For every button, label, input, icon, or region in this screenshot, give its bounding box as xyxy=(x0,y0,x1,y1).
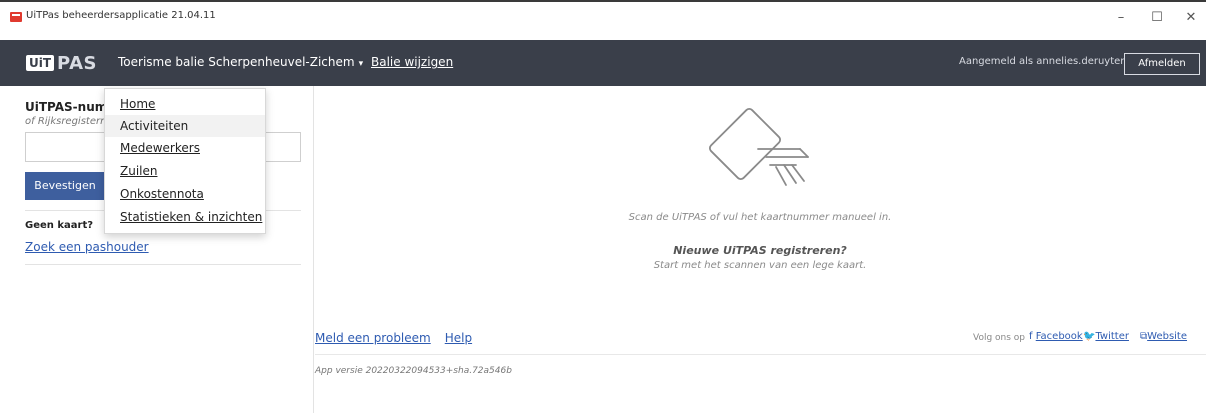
website-label: Website xyxy=(1147,331,1188,342)
caret-down-icon: ▾ xyxy=(358,59,364,69)
top-navbar: UiT PAS Toerisme balie Scherpenheuvel-Zi… xyxy=(0,40,1206,86)
app-version: App versie 20220322094533+sha.72a546b xyxy=(315,366,512,376)
menu-item-label: Activiteiten xyxy=(120,119,189,133)
twitter-icon: 🐦 xyxy=(1083,331,1096,342)
menu-item-label: Onkostennota xyxy=(120,187,204,201)
balie-dropdown-menu: Home Activiteiten Medewerkers Zuilen Onk… xyxy=(104,88,266,234)
minimize-button[interactable]: – xyxy=(1106,8,1136,28)
menu-item-label: Home xyxy=(120,97,156,111)
balie-wijzigen-link[interactable]: Balie wijzigen xyxy=(371,55,453,69)
geen-kaart-label: Geen kaart? xyxy=(25,220,94,231)
rijksregister-label: of Rijksregisterr xyxy=(25,116,105,127)
balie-name: Toerisme balie Scherpenheuvel-Zichem xyxy=(118,55,355,69)
card-scan-icon xyxy=(708,107,809,186)
menu-item-home[interactable]: Home xyxy=(105,93,265,115)
menu-item-label: Statistieken & inzichten xyxy=(120,210,263,224)
zoek-pashouder-link[interactable]: Zoek een pashouder xyxy=(25,240,149,254)
menu-item-zuilen[interactable]: Zuilen xyxy=(105,160,265,182)
twitter-label: Twitter xyxy=(1095,331,1129,342)
new-uitpas-subtext: Start met het scannen van een lege kaart… xyxy=(653,260,867,271)
scan-instruction: Scan de UiTPAS of vul het kaartnummer ma… xyxy=(628,212,892,223)
facebook-link[interactable]: f Facebook xyxy=(1029,331,1083,342)
menu-item-medewerkers[interactable]: Medewerkers xyxy=(105,137,265,159)
facebook-icon: f xyxy=(1029,331,1033,342)
logo-pas: PAS xyxy=(57,52,97,74)
twitter-link[interactable]: 🐦Twitter xyxy=(1083,331,1129,342)
menu-item-statistieken[interactable]: Statistieken & inzichten xyxy=(105,206,265,228)
balie-dropdown[interactable]: Toerisme balie Scherpenheuvel-Zichem ▾ xyxy=(118,55,363,69)
menu-item-onkostennota[interactable]: Onkostennota xyxy=(105,183,265,205)
app-icon xyxy=(10,12,22,22)
logo-uit: UiT xyxy=(26,55,55,71)
menu-item-activiteiten[interactable]: Activiteiten xyxy=(105,115,265,137)
help-link[interactable]: Help xyxy=(445,331,472,345)
maximize-button[interactable]: ☐ xyxy=(1142,8,1172,28)
window-titlebar: UiTPas beheerdersapplicatie 21.04.11 – ☐… xyxy=(0,0,1206,40)
volg-ons-label: Volg ons op xyxy=(973,333,1026,343)
logged-in-user: Aangemeld als annelies.deruyter xyxy=(959,56,1125,67)
menu-item-label: Zuilen xyxy=(120,164,158,178)
uitpas-logo[interactable]: UiT PAS xyxy=(26,52,97,74)
close-button[interactable]: ✕ xyxy=(1176,8,1206,28)
logout-button[interactable]: Afmelden xyxy=(1124,53,1200,75)
new-uitpas-heading: Nieuwe UiTPAS registreren? xyxy=(673,244,847,257)
bevestigen-button[interactable]: Bevestigen xyxy=(25,172,105,200)
footer-links: Meld een probleem Help xyxy=(315,331,486,345)
website-link[interactable]: ⧉Website xyxy=(1140,331,1187,342)
app-window: UiTPas beheerdersapplicatie 21.04.11 – ☐… xyxy=(0,0,1206,413)
divider xyxy=(315,354,1206,355)
divider xyxy=(25,264,301,265)
meld-probleem-link[interactable]: Meld een probleem xyxy=(315,331,431,345)
menu-item-label: Medewerkers xyxy=(120,141,200,155)
facebook-label: Facebook xyxy=(1035,331,1083,342)
window-title: UiTPas beheerdersapplicatie 21.04.11 xyxy=(26,10,216,21)
